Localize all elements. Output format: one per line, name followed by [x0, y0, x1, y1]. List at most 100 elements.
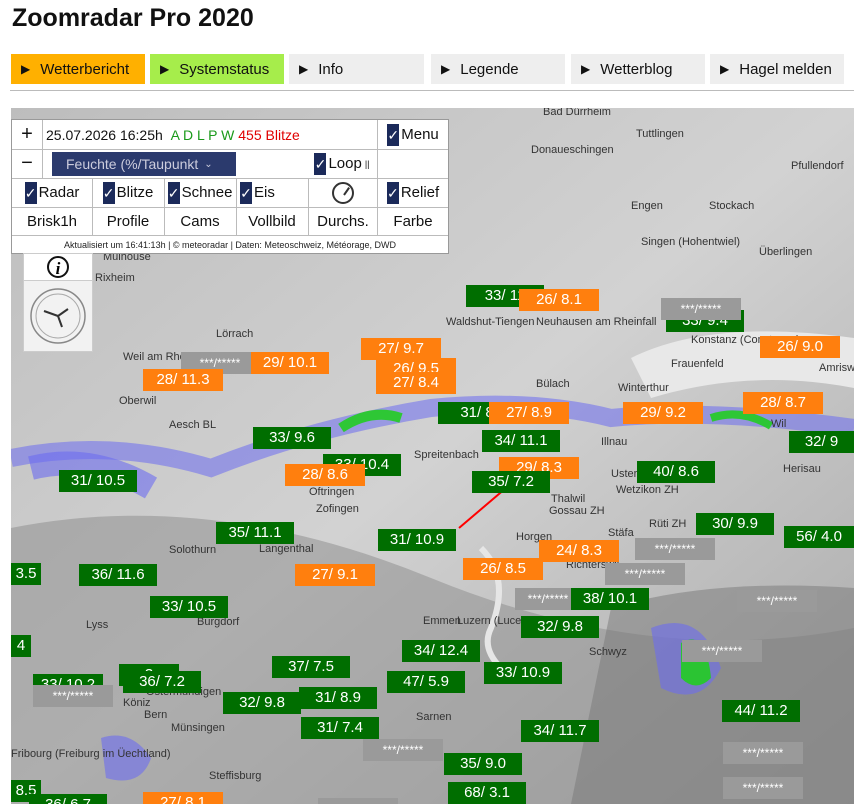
place-label: Engen	[631, 200, 663, 212]
pan-control[interactable]	[23, 280, 93, 352]
observation-box[interactable]: 34/ 11.7	[521, 720, 599, 742]
observation-box[interactable]: 26/ 9.0	[760, 336, 840, 358]
place-label: Steffisburg	[209, 770, 262, 782]
observation-box[interactable]: 24/ 8.3	[539, 540, 619, 562]
observation-box[interactable]: 27/ 9.7	[361, 338, 441, 360]
observation-box[interactable]: ***/*****	[33, 685, 113, 707]
check-icon: ✓	[102, 181, 115, 204]
app-title: Zoomradar Pro 2020	[12, 4, 254, 32]
observation-box[interactable]: 31/ 10.5	[59, 470, 137, 492]
menu-button[interactable]: ✓ Menu	[378, 120, 448, 149]
observation-box[interactable]: ***/*****	[682, 640, 762, 662]
observation-box[interactable]: 31/ 7.4	[301, 717, 379, 739]
observation-box[interactable]: 36/ 11.6	[79, 564, 157, 586]
eis-toggle[interactable]: ✓ Eis	[236, 178, 308, 207]
observation-box[interactable]: 33/ 10.5	[150, 596, 228, 618]
observation-box[interactable]: ***/*****	[318, 798, 398, 804]
observation-box[interactable]: ***/*****	[661, 298, 741, 320]
observation-box[interactable]: 56/ 4.0	[784, 526, 854, 548]
observation-box[interactable]: 35/ 9.0	[444, 753, 522, 775]
observation-box[interactable]: ***/*****	[723, 742, 803, 764]
observation-box[interactable]: 26/ 8.5	[463, 558, 543, 580]
observation-box[interactable]: 33/ 10.9	[484, 662, 562, 684]
observation-box[interactable]: ***/*****	[605, 563, 685, 585]
observation-box[interactable]: 31/ 8.9	[299, 687, 377, 709]
observation-box[interactable]: 68/ 3.1	[448, 782, 526, 804]
nav-info[interactable]: ▶ Info	[289, 54, 424, 84]
observation-box[interactable]: 27/ 8.9	[489, 402, 569, 424]
observation-box[interactable]: 4	[11, 635, 31, 657]
compass-icon	[30, 288, 86, 344]
blitze-toggle[interactable]: ✓ Blitze	[92, 178, 164, 207]
observation-box[interactable]: 30/ 9.9	[696, 513, 774, 535]
observation-box[interactable]: 40/ 8.6	[637, 461, 715, 483]
toggle-label: Eis	[254, 184, 275, 201]
observation-box[interactable]: 29/ 10.1	[251, 352, 329, 374]
nav-legende[interactable]: ▶ Legende	[431, 54, 565, 84]
place-label: Pfullendorf	[791, 160, 844, 172]
check-icon: ✓	[387, 123, 400, 146]
loop-button[interactable]: ✓ Loop ||	[306, 149, 378, 178]
observation-box[interactable]: 44/ 11.2	[722, 700, 800, 722]
pause-icon: ||	[364, 158, 370, 169]
place-label: Gossau ZH	[549, 505, 605, 517]
observation-box[interactable]: 38/ 10.1	[571, 588, 649, 610]
info-button[interactable]: i	[23, 253, 93, 281]
observation-box[interactable]: 47/ 5.9	[387, 671, 465, 693]
check-icon: ✓	[240, 181, 252, 204]
observation-box[interactable]: 26/ 8.1	[519, 289, 599, 311]
observation-box[interactable]: 31/ 10.9	[378, 529, 456, 551]
observation-box[interactable]: 32/ 9.8	[521, 616, 599, 638]
place-label: Schwyz	[589, 646, 627, 658]
observation-box[interactable]: 3.5	[11, 563, 41, 585]
gauge-button[interactable]	[308, 178, 378, 207]
observation-box[interactable]: 27/ 9.1	[295, 564, 375, 586]
vollbild-button[interactable]: Vollbild	[236, 207, 308, 235]
observation-box[interactable]: 33/ 9.6	[253, 427, 331, 449]
brisk1h-button[interactable]: Brisk1h	[12, 207, 92, 235]
observation-box[interactable]: 35/ 11.1	[216, 522, 294, 544]
observation-box[interactable]: 28/ 8.7	[743, 392, 823, 414]
relief-toggle[interactable]: ✓ Relief	[378, 178, 448, 207]
nav-systemstatus[interactable]: ▶ Systemstatus	[150, 54, 284, 84]
place-label: Langenthal	[259, 543, 314, 555]
observation-box[interactable]: 34/ 11.1	[482, 430, 560, 452]
place-label: Emmen	[423, 615, 461, 627]
observation-box[interactable]: ***/*****	[363, 739, 443, 761]
observation-box[interactable]: 27/ 8.4	[376, 372, 456, 394]
nav-label: Info	[318, 60, 344, 78]
place-label: Thalwil	[551, 493, 586, 505]
toggle-label: Relief	[400, 184, 440, 201]
gauge-icon	[332, 181, 354, 204]
observation-box[interactable]: ***/*****	[737, 590, 817, 612]
observation-box[interactable]: 32/ 9.8	[223, 692, 301, 714]
nav-wetterblog[interactable]: ▶ Wetterblog	[571, 54, 705, 84]
profile-button[interactable]: Profile	[92, 207, 164, 235]
zoom-in-button[interactable]: +	[12, 120, 42, 149]
observation-box[interactable]: 35/ 7.2	[472, 471, 550, 493]
observation-box[interactable]: 32/ 9	[789, 431, 854, 453]
observation-box[interactable]: 36/ 7.2	[123, 671, 201, 693]
observation-box[interactable]: ***/*****	[635, 538, 715, 560]
observation-box[interactable]: 29/ 9.2	[623, 402, 703, 424]
radar-toggle[interactable]: ✓ Radar	[12, 178, 92, 207]
durchs-button[interactable]: Durchs.	[308, 207, 378, 235]
cams-button[interactable]: Cams	[164, 207, 236, 235]
nav-wetterbericht[interactable]: ▶ Wetterbericht	[11, 54, 145, 84]
farbe-button[interactable]: Farbe	[378, 207, 448, 235]
info-icon: i	[47, 256, 69, 278]
layer-select[interactable]: Feuchte (%/Taupunkt ⌄	[52, 152, 236, 176]
observation-box[interactable]: 28/ 8.6	[285, 464, 365, 486]
observation-box[interactable]: 36/ 6.7	[29, 794, 107, 804]
zoom-out-button[interactable]: −	[12, 149, 42, 178]
toggle-label: Schnee	[181, 184, 233, 201]
nav-hagel-melden[interactable]: ▶ Hagel melden	[710, 54, 844, 84]
observation-box[interactable]: ***/*****	[723, 777, 803, 799]
place-label: Waldshut-Tiengen	[446, 316, 535, 328]
observation-box[interactable]: 34/ 12.4	[402, 640, 480, 662]
check-icon: ✓	[24, 181, 37, 204]
schnee-toggle[interactable]: ✓ Schnee	[164, 178, 236, 207]
observation-box[interactable]: 27/ 8.1	[143, 792, 223, 804]
observation-box[interactable]: 28/ 11.3	[143, 369, 223, 391]
observation-box[interactable]: 37/ 7.5	[272, 656, 350, 678]
